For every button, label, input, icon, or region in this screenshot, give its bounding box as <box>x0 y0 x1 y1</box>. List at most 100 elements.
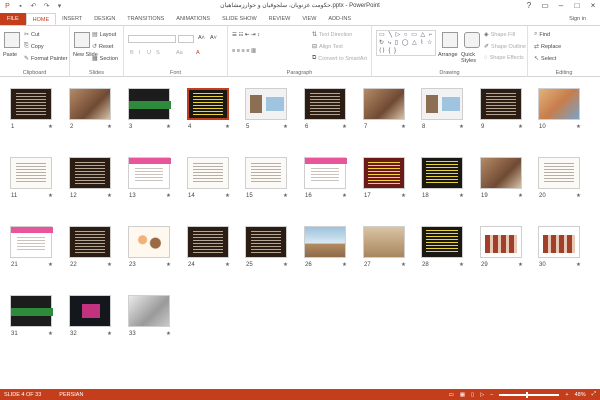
tab-slide-show[interactable]: SLIDE SHOW <box>216 13 263 25</box>
slide-thumbnail[interactable] <box>69 226 111 258</box>
zoom-slider[interactable] <box>499 391 560 398</box>
tab-home[interactable]: HOME <box>25 13 57 25</box>
slide-thumbnail[interactable] <box>538 88 580 120</box>
shape-fill-button[interactable]: ◈ Shape Fill <box>484 31 515 39</box>
transition-star-icon[interactable]: ★ <box>225 193 230 199</box>
transition-star-icon[interactable]: ★ <box>401 193 406 199</box>
slide-thumbnail[interactable] <box>128 226 170 258</box>
slide-thumbnail[interactable] <box>538 157 580 189</box>
slide-thumbnail[interactable] <box>10 226 53 258</box>
shapes-gallery[interactable]: ▭ ╲ ▷ ○ ▭ △ ⌐ ↻ ⤷ ▯ ◯ △ ⌇ ☆ ⟨⟩ { } <box>376 30 436 56</box>
tab-review[interactable]: REVIEW <box>263 13 297 25</box>
transition-star-icon[interactable]: ★ <box>48 124 53 130</box>
slide-thumbnail[interactable] <box>363 226 405 258</box>
new-slide-icon[interactable] <box>74 32 90 48</box>
paste-button[interactable]: Paste <box>3 52 17 58</box>
transition-star-icon[interactable]: ★ <box>107 331 112 337</box>
tab-file[interactable]: FILE <box>0 13 26 25</box>
slide-thumbnail[interactable] <box>421 226 463 258</box>
paste-icon[interactable] <box>4 32 20 48</box>
transition-star-icon[interactable]: ★ <box>48 262 53 268</box>
customize-qat-icon[interactable]: ▾ <box>55 2 64 11</box>
slide-thumbnail[interactable] <box>480 88 522 120</box>
font-name-dropdown[interactable] <box>128 35 176 43</box>
transition-star-icon[interactable]: ★ <box>225 262 230 268</box>
change-case-button[interactable]: Aa <box>176 50 183 56</box>
transition-star-icon[interactable]: ★ <box>401 124 406 130</box>
font-color-icon[interactable]: A <box>196 50 200 56</box>
slide-thumbnail[interactable] <box>304 226 346 258</box>
slide-thumbnail[interactable] <box>128 157 171 189</box>
ribbon-display-icon[interactable]: ▭ <box>540 1 550 10</box>
arrange-icon[interactable] <box>442 32 458 48</box>
save-icon[interactable]: ▪ <box>16 2 25 11</box>
transition-star-icon[interactable]: ★ <box>576 124 581 130</box>
transition-star-icon[interactable]: ★ <box>225 124 230 130</box>
font-size-dropdown[interactable] <box>178 35 194 43</box>
minimize-icon[interactable]: – <box>556 1 566 10</box>
tab-view[interactable]: VIEW <box>296 13 322 25</box>
copy-button[interactable]: ⎘ Copy <box>24 43 44 50</box>
bold-button[interactable]: B <box>130 50 134 56</box>
transition-star-icon[interactable]: ★ <box>401 262 406 268</box>
transition-star-icon[interactable]: ★ <box>459 193 464 199</box>
arrange-button[interactable]: Arrange <box>438 52 458 58</box>
language-indicator[interactable]: PERSIAN <box>59 392 83 398</box>
slide-thumbnail[interactable] <box>421 157 463 189</box>
italic-button[interactable]: I <box>139 50 141 56</box>
grow-font-icon[interactable]: A˄ <box>198 35 205 41</box>
slide-thumbnail[interactable] <box>10 88 52 120</box>
section-button[interactable]: ▦ Section <box>92 55 118 63</box>
redo-icon[interactable]: ↷ <box>42 2 51 11</box>
slide-thumbnail[interactable] <box>69 295 111 327</box>
strikethrough-button[interactable]: S <box>156 50 160 56</box>
slide-thumbnail[interactable] <box>69 157 111 189</box>
maximize-icon[interactable]: □ <box>572 1 582 10</box>
fit-slide-icon[interactable]: ⤢ <box>592 391 596 398</box>
transition-star-icon[interactable]: ★ <box>166 331 171 337</box>
slide-thumbnail[interactable] <box>304 88 346 120</box>
close-icon[interactable]: × <box>588 1 598 10</box>
transition-star-icon[interactable]: ★ <box>342 124 347 130</box>
align-icons[interactable]: ≡ ≡ ≡ ≡ ▥ <box>232 48 256 54</box>
transition-star-icon[interactable]: ★ <box>576 262 581 268</box>
transition-star-icon[interactable]: ★ <box>48 193 53 199</box>
slide-thumbnail[interactable] <box>363 88 405 120</box>
slide-thumbnail[interactable] <box>538 226 580 258</box>
slide-thumbnail[interactable] <box>10 295 53 327</box>
slide-thumbnail[interactable] <box>128 295 170 327</box>
select-button[interactable]: ↖ Select <box>534 55 556 63</box>
transition-star-icon[interactable]: ★ <box>107 124 112 130</box>
slide-thumbnail[interactable] <box>187 88 229 120</box>
transition-star-icon[interactable]: ★ <box>342 193 347 199</box>
slide-thumbnail[interactable] <box>304 157 347 189</box>
transition-star-icon[interactable]: ★ <box>576 193 581 199</box>
transition-star-icon[interactable]: ★ <box>283 262 288 268</box>
slide-thumbnail[interactable] <box>128 88 171 120</box>
transition-star-icon[interactable]: ★ <box>518 124 523 130</box>
align-text-button[interactable]: ⊟ Align Text <box>312 43 343 51</box>
slide-thumbnail[interactable] <box>363 157 405 189</box>
slide-thumbnail[interactable] <box>245 88 287 120</box>
slide-thumbnail[interactable] <box>245 157 287 189</box>
convert-smartart-button[interactable]: ⧉ Convert to SmartArt <box>312 55 367 62</box>
transition-star-icon[interactable]: ★ <box>459 262 464 268</box>
find-button[interactable]: ⌕ Find <box>534 31 550 38</box>
cut-button[interactable]: ✂ Cut <box>24 31 40 39</box>
transition-star-icon[interactable]: ★ <box>48 331 53 337</box>
zoom-in-icon[interactable]: + <box>565 392 568 398</box>
tab-design[interactable]: DESIGN <box>88 13 121 25</box>
zoom-out-icon[interactable]: – <box>490 392 493 398</box>
undo-icon[interactable]: ↶ <box>29 2 38 11</box>
slide-thumbnail[interactable] <box>480 157 522 189</box>
tab-insert[interactable]: INSERT <box>56 13 88 25</box>
transition-star-icon[interactable]: ★ <box>518 193 523 199</box>
tab-add-ins[interactable]: ADD-INS <box>322 13 357 25</box>
transition-star-icon[interactable]: ★ <box>342 262 347 268</box>
tab-animations[interactable]: ANIMATIONS <box>170 13 216 25</box>
transition-star-icon[interactable]: ★ <box>166 262 171 268</box>
replace-button[interactable]: ⇄ Replace <box>534 43 561 51</box>
tab-transitions[interactable]: TRANSITIONS <box>121 13 170 25</box>
transition-star-icon[interactable]: ★ <box>518 262 523 268</box>
sign-in-link[interactable]: Sign in <box>569 16 586 22</box>
